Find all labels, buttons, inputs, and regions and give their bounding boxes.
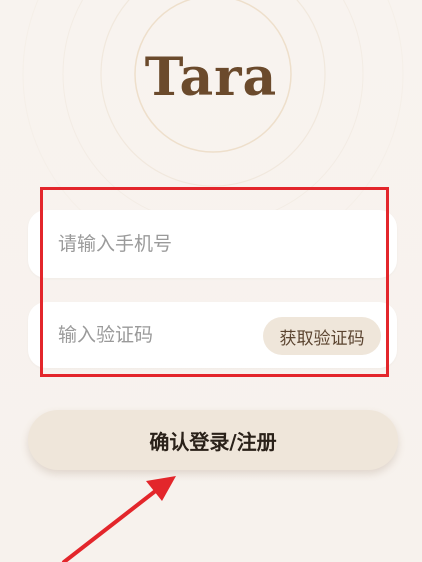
highlight-box xyxy=(40,187,389,377)
login-screen: Tara 获取验证码 确认登录/注册 xyxy=(0,0,422,562)
confirm-login-register-button[interactable]: 确认登录/注册 xyxy=(28,410,398,470)
app-logo: Tara xyxy=(144,47,278,108)
